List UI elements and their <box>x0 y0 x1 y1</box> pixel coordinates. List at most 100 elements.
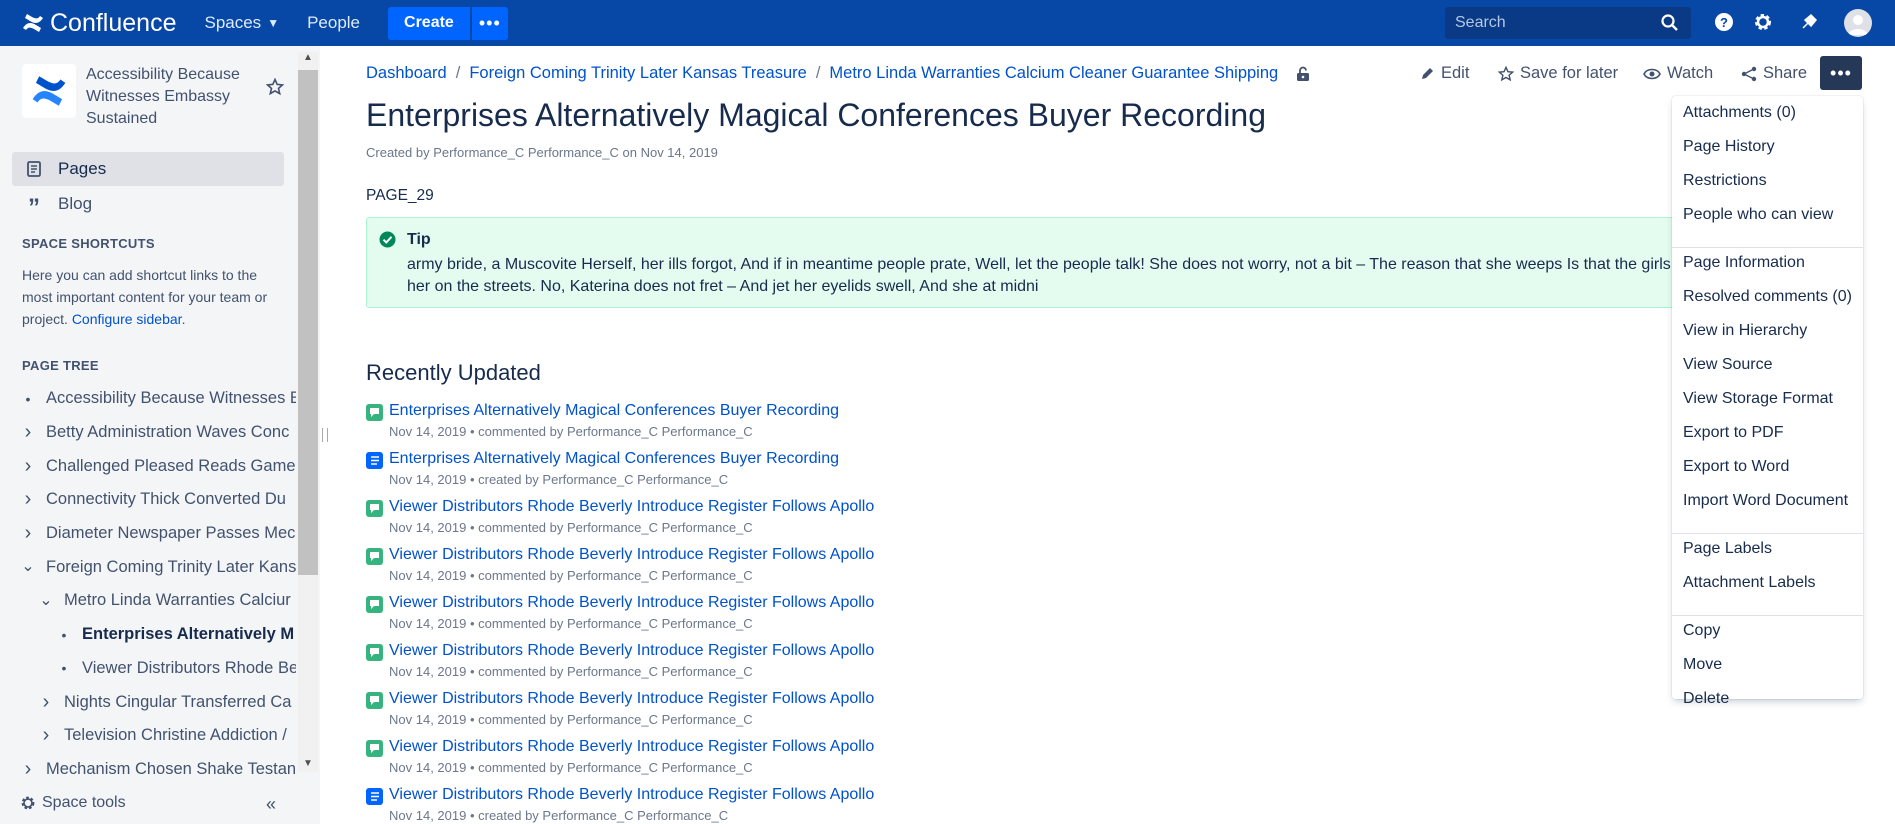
create-button[interactable]: Create <box>388 6 470 40</box>
star-icon[interactable] <box>266 78 284 96</box>
quote-icon: ” <box>28 194 40 221</box>
space-logo[interactable] <box>22 64 76 118</box>
recent-update-link[interactable]: Enterprises Alternatively Magical Confer… <box>389 402 839 420</box>
page-tree-item[interactable]: • Enterprises Alternatively M <box>0 618 296 652</box>
recently-updated-list: Enterprises Alternatively Magical Confer… <box>366 402 1266 824</box>
recent-update-link[interactable]: Viewer Distributors Rhode Beverly Introd… <box>389 786 874 804</box>
collapse-sidebar-icon[interactable]: « <box>266 794 276 815</box>
recent-update-link[interactable]: Viewer Distributors Rhode Beverly Introd… <box>389 738 874 756</box>
sidebar-item-pages[interactable]: Pages <box>12 152 284 186</box>
recent-update-item: Enterprises Alternatively Magical Confer… <box>366 402 1266 450</box>
space-name[interactable]: Accessibility Because Witnesses Embassy … <box>86 64 256 130</box>
page-tree-item[interactable]: › Challenged Pleased Reads Games <box>0 449 296 483</box>
chevron-down-icon[interactable]: ⌄ <box>20 559 36 575</box>
menu-item-people-who-can-view[interactable]: People who can view <box>1683 206 1833 224</box>
scroll-up-arrow-icon[interactable]: ▲ <box>303 52 313 63</box>
save-for-later-button[interactable]: Save for later <box>1498 64 1618 83</box>
page-tree-item[interactable]: › Connectivity Thick Converted Du <box>0 483 296 517</box>
space-sidebar: Accessibility Because Witnesses Embassy … <box>0 46 320 824</box>
breadcrumb-parent[interactable]: Foreign Coming Trinity Later Kansas Trea… <box>469 64 807 83</box>
menu-item-view-storage-format[interactable]: View Storage Format <box>1683 390 1833 408</box>
edit-button[interactable]: Edit <box>1420 64 1469 83</box>
unlock-icon[interactable] <box>1296 66 1310 82</box>
chevron-right-icon[interactable]: › <box>20 488 36 511</box>
menu-item-view-in-hierarchy[interactable]: View in Hierarchy <box>1683 322 1807 340</box>
search-input[interactable]: Search <box>1445 7 1691 39</box>
more-actions-button[interactable]: ••• <box>1820 56 1862 90</box>
chevron-right-icon[interactable]: › <box>20 758 36 781</box>
recent-update-meta: Nov 14, 2019 • commented by Performance_… <box>389 712 753 727</box>
menu-item-attachments-0[interactable]: Attachments (0) <box>1683 104 1796 122</box>
svg-text:?: ? <box>1720 15 1728 30</box>
breadcrumb-dashboard[interactable]: Dashboard <box>366 64 447 83</box>
chevron-right-icon[interactable]: › <box>20 455 36 478</box>
chevron-right-icon[interactable]: › <box>38 691 54 714</box>
page-tree-item[interactable]: › Television Christine Addiction / <box>0 719 296 753</box>
help-icon[interactable]: ? <box>1714 12 1734 32</box>
avatar[interactable] <box>1844 9 1872 37</box>
watch-button[interactable]: Watch <box>1643 64 1713 83</box>
recent-update-link[interactable]: Viewer Distributors Rhode Beverly Introd… <box>389 594 874 612</box>
watch-label: Watch <box>1667 64 1714 82</box>
recent-update-link[interactable]: Enterprises Alternatively Magical Confer… <box>389 450 839 468</box>
menu-item-resolved-comments-0[interactable]: Resolved comments (0) <box>1683 288 1852 306</box>
recent-update-item: Viewer Distributors Rhode Beverly Introd… <box>366 594 1266 642</box>
page-tree-item[interactable]: ⌄ Metro Linda Warranties Calciur <box>0 584 296 618</box>
menu-item-attachment-labels[interactable]: Attachment Labels <box>1683 574 1816 592</box>
page-id-text: PAGE_29 <box>366 187 434 204</box>
menu-item-copy[interactable]: Copy <box>1683 622 1720 640</box>
recent-update-item: Viewer Distributors Rhode Beverly Introd… <box>366 738 1266 786</box>
people-link[interactable]: People <box>307 13 360 33</box>
chevron-right-icon[interactable]: › <box>38 724 54 747</box>
confluence-logo[interactable]: Confluence <box>0 0 176 46</box>
share-button[interactable]: Share <box>1741 64 1807 83</box>
configure-sidebar-link[interactable]: Configure sidebar <box>72 311 182 327</box>
menu-item-export-to-pdf[interactable]: Export to PDF <box>1683 424 1783 442</box>
page-tree-item[interactable]: • Accessibility Because Witnesses Embassy… <box>0 382 296 416</box>
gear-icon[interactable] <box>1753 12 1773 32</box>
recent-update-meta: Nov 14, 2019 • commented by Performance_… <box>389 424 753 439</box>
comment-icon <box>366 596 383 613</box>
menu-item-move[interactable]: Move <box>1683 656 1722 674</box>
tip-title: Tip <box>407 231 431 248</box>
space-shortcuts-heading: SPACE SHORTCUTS <box>22 236 155 251</box>
recent-update-link[interactable]: Viewer Distributors Rhode Beverly Introd… <box>389 642 874 660</box>
page-tree-item[interactable]: › Nights Cingular Transferred Ca <box>0 685 296 719</box>
page-tree-item[interactable]: ⌄ Foreign Coming Trinity Later Kans <box>0 550 296 584</box>
recent-update-item: Viewer Distributors Rhode Beverly Introd… <box>366 498 1266 546</box>
recent-update-link[interactable]: Viewer Distributors Rhode Beverly Introd… <box>389 546 874 564</box>
comment-icon <box>366 692 383 709</box>
comment-icon <box>366 404 383 421</box>
breadcrumb-current-parent[interactable]: Metro Linda Warranties Calcium Cleaner G… <box>829 64 1278 83</box>
chevron-down-icon[interactable]: ⌄ <box>38 592 54 608</box>
chevron-right-icon[interactable]: › <box>20 522 36 545</box>
chevron-right-icon[interactable]: › <box>20 421 36 444</box>
page-tree-item-label: Mechanism Chosen Shake Testan <box>46 759 296 778</box>
search-icon <box>1661 14 1678 31</box>
menu-item-view-source[interactable]: View Source <box>1683 356 1773 374</box>
sidebar-resize-handle[interactable] <box>322 428 328 442</box>
spaces-menu[interactable]: Spaces ▼ <box>204 13 279 33</box>
menu-item-page-history[interactable]: Page History <box>1683 138 1775 156</box>
page-tree-item[interactable]: › Diameter Newspaper Passes Mec <box>0 517 296 551</box>
notifications-icon[interactable] <box>1799 12 1819 32</box>
blog-label: Blog <box>58 194 93 213</box>
menu-item-delete[interactable]: Delete <box>1683 690 1729 708</box>
create-more-button[interactable]: ••• <box>471 6 508 40</box>
menu-item-export-to-word[interactable]: Export to Word <box>1683 458 1789 476</box>
menu-item-restrictions[interactable]: Restrictions <box>1683 172 1767 190</box>
sidebar-item-blog[interactable]: ” Blog <box>12 187 284 221</box>
page-tree-item[interactable]: › Mechanism Chosen Shake Testan <box>0 753 296 787</box>
recent-update-meta: Nov 14, 2019 • commented by Performance_… <box>389 520 753 535</box>
recent-update-link[interactable]: Viewer Distributors Rhode Beverly Introd… <box>389 498 874 516</box>
menu-item-import-word-document[interactable]: Import Word Document <box>1683 492 1848 510</box>
page-tree-item[interactable]: › Betty Administration Waves Conc <box>0 416 296 450</box>
recent-update-link[interactable]: Viewer Distributors Rhode Beverly Introd… <box>389 690 874 708</box>
scroll-down-arrow-icon[interactable]: ▼ <box>303 758 313 769</box>
menu-item-page-information[interactable]: Page Information <box>1683 254 1805 272</box>
menu-item-page-labels[interactable]: Page Labels <box>1683 540 1772 558</box>
page-tree-item[interactable]: • Viewer Distributors Rhode Be <box>0 652 296 686</box>
space-tools-button[interactable]: Space tools <box>20 794 126 812</box>
sidebar-scrollbar-thumb[interactable] <box>298 70 318 575</box>
confluence-logo-icon <box>23 14 43 32</box>
